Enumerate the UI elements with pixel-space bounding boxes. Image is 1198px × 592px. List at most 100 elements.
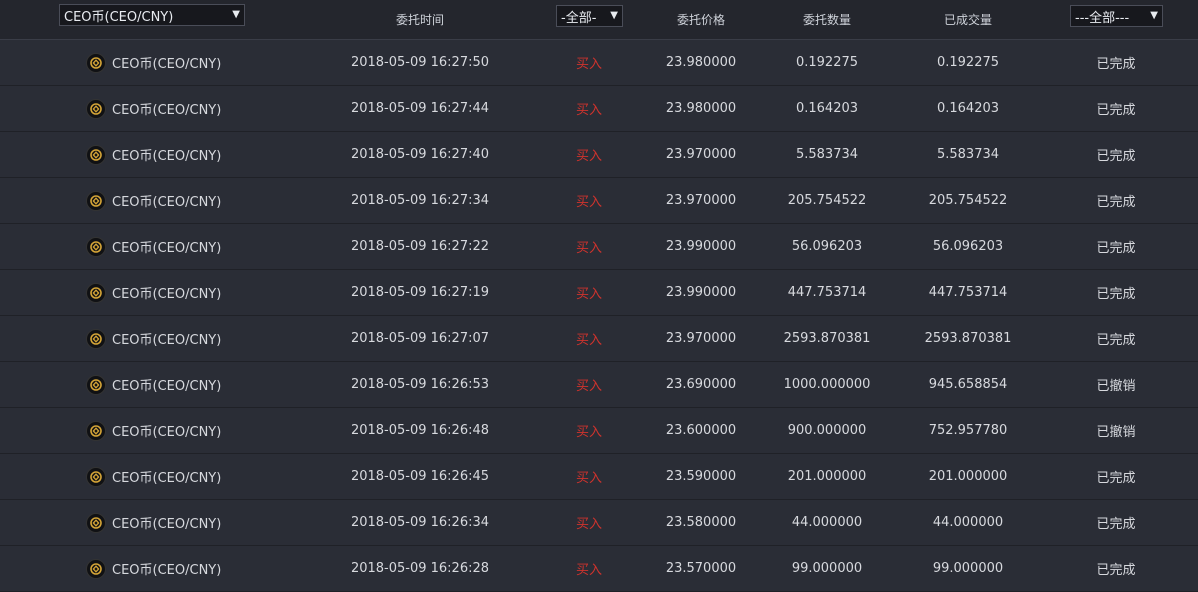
ceo-coin-icon xyxy=(86,52,106,73)
amount-cell: 2593.870381 xyxy=(767,316,887,361)
filled-cell: 44.000000 xyxy=(908,500,1028,545)
side-cell: 买入 xyxy=(559,500,619,545)
time-cell: 2018-05-09 16:27:07 xyxy=(330,316,510,361)
order-amount: 99.000000 xyxy=(791,561,863,576)
pair-label: CEO币(CEO/CNY) xyxy=(112,379,222,394)
pair-label: CEO币(CEO/CNY) xyxy=(112,333,222,348)
order-filled: 2593.870381 xyxy=(924,331,1012,346)
table-row: CEO币(CEO/CNY) 2018-05-09 16:26:53 买入 23.690… xyxy=(0,362,1198,408)
filled-cell: 56.096203 xyxy=(908,224,1028,269)
order-price: 23.990000 xyxy=(665,285,737,300)
pair-label: CEO币(CEO/CNY) xyxy=(112,471,222,486)
ceo-coin-icon xyxy=(86,328,106,349)
pair-cell: CEO币(CEO/CNY) xyxy=(86,132,286,177)
pair-label: CEO币(CEO/CNY) xyxy=(112,149,222,164)
order-status: 已撤销 xyxy=(1096,379,1136,394)
order-side: 买入 xyxy=(575,563,602,578)
filled-cell: 752.957780 xyxy=(908,408,1028,453)
ceo-coin-icon xyxy=(86,466,106,487)
table-row: CEO币(CEO/CNY) 2018-05-09 16:27:44 买入 23.980… xyxy=(0,86,1198,132)
order-filled: 201.000000 xyxy=(928,469,1008,484)
dropdown-arrow-icon: ▼ xyxy=(1150,9,1158,21)
order-filled: 447.753714 xyxy=(928,285,1008,300)
price-cell: 23.970000 xyxy=(641,316,761,361)
order-status: 已完成 xyxy=(1096,563,1136,578)
pair-label: CEO币(CEO/CNY) xyxy=(112,195,222,210)
price-cell: 23.970000 xyxy=(641,178,761,223)
order-side: 买入 xyxy=(575,57,602,72)
ceo-coin-icon xyxy=(86,282,106,303)
order-status: 已完成 xyxy=(1096,333,1136,348)
amount-cell: 1000.000000 xyxy=(767,362,887,407)
pair-cell: CEO币(CEO/CNY) xyxy=(86,270,286,315)
order-time: 2018-05-09 16:27:19 xyxy=(350,285,490,300)
order-time: 2018-05-09 16:26:28 xyxy=(350,561,490,576)
order-time: 2018-05-09 16:27:34 xyxy=(350,193,490,208)
order-price: 23.970000 xyxy=(665,331,737,346)
pair-label: CEO币(CEO/CNY) xyxy=(112,241,222,256)
table-row: CEO币(CEO/CNY) 2018-05-09 16:27:50 买入 23.980… xyxy=(0,40,1198,86)
order-price: 23.570000 xyxy=(665,561,737,576)
amount-cell: 56.096203 xyxy=(767,224,887,269)
status-cell: 已完成 xyxy=(1056,132,1176,177)
filled-cell: 99.000000 xyxy=(908,546,1028,591)
order-status: 已撤销 xyxy=(1096,425,1136,440)
order-amount: 2593.870381 xyxy=(783,331,871,346)
pair-cell: CEO币(CEO/CNY) xyxy=(86,316,286,361)
order-status: 已完成 xyxy=(1096,471,1136,486)
side-cell: 买入 xyxy=(559,362,619,407)
ceo-coin-icon xyxy=(86,558,106,579)
order-time: 2018-05-09 16:26:34 xyxy=(350,515,490,530)
table-row: CEO币(CEO/CNY) 2018-05-09 16:26:28 买入 23.570… xyxy=(0,546,1198,592)
status-cell: 已完成 xyxy=(1056,178,1176,223)
order-price: 23.980000 xyxy=(665,55,737,70)
table-row: CEO币(CEO/CNY) 2018-05-09 16:27:40 买入 23.970… xyxy=(0,132,1198,178)
status-cell: 已完成 xyxy=(1056,270,1176,315)
side-filter-select[interactable]: -全部- ▼ xyxy=(556,5,623,27)
status-filter-select[interactable]: ---全部--- ▼ xyxy=(1070,5,1163,27)
pair-label: CEO币(CEO/CNY) xyxy=(112,517,222,532)
table-row: CEO币(CEO/CNY) 2018-05-09 16:26:45 买入 23.590… xyxy=(0,454,1198,500)
order-side: 买入 xyxy=(575,517,602,532)
order-price: 23.600000 xyxy=(665,423,737,438)
price-cell: 23.580000 xyxy=(641,500,761,545)
price-cell: 23.600000 xyxy=(641,408,761,453)
amount-cell: 0.164203 xyxy=(767,86,887,131)
order-price: 23.580000 xyxy=(665,515,737,530)
ceo-coin-icon xyxy=(86,144,106,165)
order-price: 23.990000 xyxy=(665,239,737,254)
price-cell: 23.590000 xyxy=(641,454,761,499)
order-amount: 0.192275 xyxy=(795,55,859,70)
order-filled: 0.192275 xyxy=(936,55,1000,70)
pair-filter-select[interactable]: CEO币(CEO/CNY) ▼ xyxy=(59,4,245,26)
ceo-coin-icon xyxy=(86,236,106,257)
side-filter-value: -全部- xyxy=(561,10,597,26)
order-status: 已完成 xyxy=(1096,103,1136,118)
status-cell: 已撤销 xyxy=(1056,362,1176,407)
amount-cell: 99.000000 xyxy=(767,546,887,591)
time-cell: 2018-05-09 16:26:53 xyxy=(330,362,510,407)
pair-filter-value: CEO币(CEO/CNY) xyxy=(64,9,174,25)
filled-cell: 5.583734 xyxy=(908,132,1028,177)
ceo-coin-icon xyxy=(86,190,106,211)
table-row: CEO币(CEO/CNY) 2018-05-09 16:27:34 买入 23.970… xyxy=(0,178,1198,224)
filled-cell: 201.000000 xyxy=(908,454,1028,499)
side-cell: 买入 xyxy=(559,454,619,499)
ceo-coin-icon xyxy=(86,98,106,119)
order-status: 已完成 xyxy=(1096,287,1136,302)
time-cell: 2018-05-09 16:26:48 xyxy=(330,408,510,453)
amount-cell: 201.000000 xyxy=(767,454,887,499)
order-filled: 99.000000 xyxy=(932,561,1004,576)
status-filter-value: ---全部--- xyxy=(1075,10,1130,26)
order-time: 2018-05-09 16:26:48 xyxy=(350,423,490,438)
order-filled: 0.164203 xyxy=(936,101,1000,116)
order-side: 买入 xyxy=(575,425,602,440)
price-cell: 23.980000 xyxy=(641,86,761,131)
filled-cell: 2593.870381 xyxy=(908,316,1028,361)
order-filled: 205.754522 xyxy=(928,193,1008,208)
order-filled: 945.658854 xyxy=(928,377,1008,392)
time-cell: 2018-05-09 16:27:34 xyxy=(330,178,510,223)
pair-cell: CEO币(CEO/CNY) xyxy=(86,408,286,453)
order-filled: 44.000000 xyxy=(932,515,1004,530)
column-header-filled: 已成交量 xyxy=(908,0,1028,39)
